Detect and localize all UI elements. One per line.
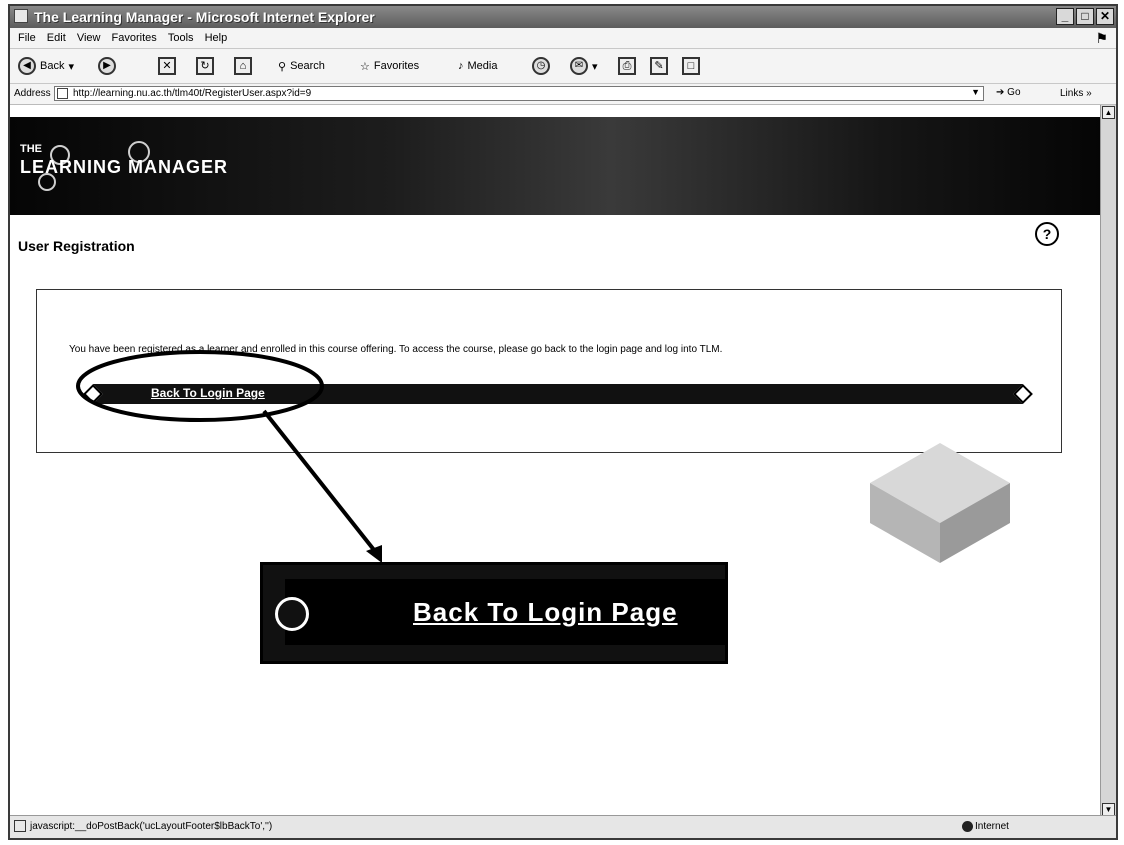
menu-tools[interactable]: Tools xyxy=(168,28,194,48)
page-content: THE LEARNING MANAGER User Registration ?… xyxy=(10,105,1102,817)
stop-icon: ✕ xyxy=(158,57,176,75)
address-url: http://learning.nu.ac.th/tlm40t/Register… xyxy=(73,88,312,99)
discuss-button[interactable]: □ xyxy=(682,55,700,77)
hexagon-icon xyxy=(83,384,103,404)
refresh-icon: ↻ xyxy=(196,57,214,75)
registration-message: You have been registered as a learner an… xyxy=(69,344,723,355)
history-button[interactable]: ◷ xyxy=(532,55,550,77)
favorites-button[interactable]: ☆ Favorites xyxy=(360,55,419,77)
refresh-button[interactable]: ↻ xyxy=(196,55,214,77)
chevron-down-icon: ▾ xyxy=(68,60,74,73)
address-input[interactable]: http://learning.nu.ac.th/tlm40t/Register… xyxy=(54,86,984,101)
security-zone: Internet xyxy=(975,821,1009,832)
edit-button[interactable]: ✎ xyxy=(650,55,668,77)
search-button[interactable]: ⚲ Search xyxy=(278,55,325,77)
print-button[interactable]: ⎙ xyxy=(618,55,636,77)
media-icon: ♪ xyxy=(458,60,464,72)
print-icon: ⎙ xyxy=(618,57,636,75)
zoomed-back-to-login-link[interactable]: Back To Login Page xyxy=(413,597,678,628)
footer-link-bar: Back To Login Page xyxy=(83,384,1033,404)
links-button[interactable]: Links » xyxy=(1060,88,1092,99)
media-button[interactable]: ♪ Media xyxy=(458,55,497,77)
close-button[interactable]: ✕ xyxy=(1096,8,1114,25)
minimize-button[interactable]: _ xyxy=(1056,8,1074,25)
menu-help[interactable]: Help xyxy=(205,28,228,48)
search-label: Search xyxy=(290,60,325,72)
scroll-up-icon[interactable]: ▲ xyxy=(1102,106,1115,119)
decorative-cube-graphic xyxy=(870,443,1010,563)
star-icon: ☆ xyxy=(360,60,370,73)
page-status-icon xyxy=(14,820,26,832)
forward-button[interactable]: ▶ xyxy=(98,55,116,77)
help-icon[interactable]: ? xyxy=(1035,222,1059,246)
back-label: Back xyxy=(40,60,65,72)
go-label: Go xyxy=(1007,87,1021,98)
menu-file[interactable]: File xyxy=(18,28,36,48)
menu-bar: File Edit View Favorites Tools Help ⚑ xyxy=(10,28,1116,49)
title-bar: The Learning Manager - Microsoft Interne… xyxy=(10,6,1116,28)
chevron-down-icon: ▾ xyxy=(592,60,598,73)
mail-button[interactable]: ✉ ▾ xyxy=(570,55,598,77)
stop-button[interactable]: ✕ xyxy=(158,55,176,77)
hexagon-icon xyxy=(1013,384,1033,404)
chevron-down-icon[interactable]: ▼ xyxy=(971,87,980,97)
globe-icon xyxy=(962,821,973,832)
address-label: Address xyxy=(14,88,51,99)
back-to-login-link[interactable]: Back To Login Page xyxy=(151,386,265,400)
page-icon xyxy=(57,88,68,99)
go-arrow-icon: ➔ xyxy=(996,87,1005,98)
page-title: User Registration xyxy=(18,238,135,254)
vertical-scrollbar[interactable]: ▲ ▼ xyxy=(1100,105,1116,817)
zoomed-link-callout: Back To Login Page xyxy=(260,562,728,664)
menu-edit[interactable]: Edit xyxy=(47,28,66,48)
windows-flag-icon: ⚑ xyxy=(1095,30,1108,46)
banner-logo-text: LEARNING MANAGER xyxy=(20,157,228,177)
go-button[interactable]: ➔ Go xyxy=(996,87,1021,98)
menu-favorites[interactable]: Favorites xyxy=(112,28,157,48)
hexagon-icon xyxy=(275,597,309,631)
address-bar: Address http://learning.nu.ac.th/tlm40t/… xyxy=(10,84,1116,105)
history-icon: ◷ xyxy=(532,57,550,75)
status-text: javascript:__doPostBack('ucLayoutFooter$… xyxy=(30,821,273,832)
menu-view[interactable]: View xyxy=(77,28,101,48)
search-icon: ⚲ xyxy=(278,60,287,73)
callout-arrowhead xyxy=(366,545,382,563)
registration-panel: You have been registered as a learner an… xyxy=(36,289,1062,453)
edit-icon: ✎ xyxy=(650,57,668,75)
browser-window: The Learning Manager - Microsoft Interne… xyxy=(8,4,1118,840)
banner-the: THE xyxy=(20,143,42,155)
home-button[interactable]: ⌂ xyxy=(234,55,252,77)
window-title: The Learning Manager - Microsoft Interne… xyxy=(34,9,375,25)
home-icon: ⌂ xyxy=(234,57,252,75)
back-button[interactable]: ◀ Back ▾ xyxy=(18,55,74,77)
mail-icon: ✉ xyxy=(570,57,588,75)
maximize-button[interactable]: □ xyxy=(1076,8,1094,25)
discuss-icon: □ xyxy=(682,57,700,75)
forward-arrow-icon: ▶ xyxy=(98,57,116,75)
status-bar: javascript:__doPostBack('ucLayoutFooter$… xyxy=(10,815,1116,838)
back-arrow-icon: ◀ xyxy=(18,57,36,75)
standard-toolbar: ◀ Back ▾ ▶ ✕ ↻ ⌂ ⚲ Search ☆ Favorites ♪ … xyxy=(10,49,1116,84)
ie-app-icon xyxy=(14,9,28,23)
media-label: Media xyxy=(467,60,498,72)
favorites-label: Favorites xyxy=(373,60,420,72)
tlm-banner: THE LEARNING MANAGER xyxy=(10,117,1102,215)
